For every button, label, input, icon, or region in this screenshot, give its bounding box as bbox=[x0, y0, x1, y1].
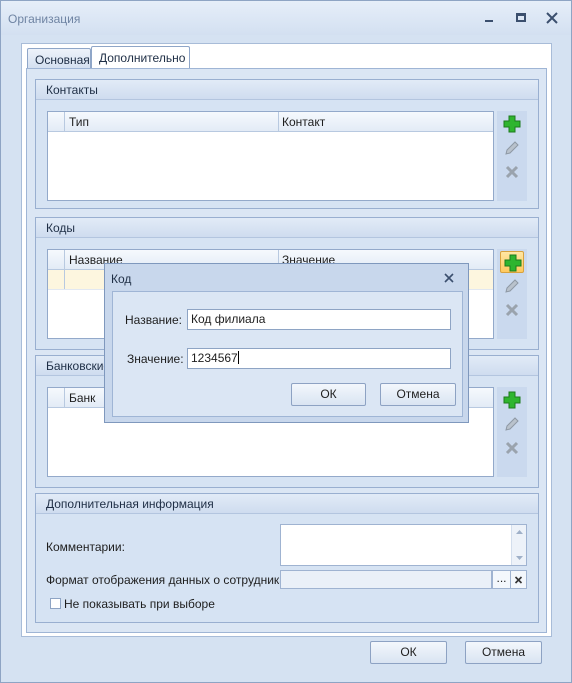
text-caret bbox=[237, 351, 239, 364]
row-indicator-header bbox=[48, 112, 65, 131]
column-header-bank[interactable]: Банк bbox=[69, 391, 95, 405]
close-icon[interactable] bbox=[542, 9, 562, 27]
column-separator bbox=[278, 112, 279, 132]
window-title: Организация bbox=[8, 12, 81, 26]
cancel-button-label: Отмена bbox=[481, 645, 526, 659]
edit-code-button[interactable] bbox=[500, 275, 524, 297]
contacts-buttons bbox=[497, 111, 527, 201]
cross-icon bbox=[505, 441, 519, 455]
pencil-icon bbox=[505, 279, 519, 293]
edit-contact-button[interactable] bbox=[500, 137, 524, 159]
codes-group-header: Коды bbox=[36, 218, 538, 238]
cross-icon bbox=[505, 303, 519, 317]
contacts-group: Контакты Тип Контакт bbox=[35, 79, 539, 209]
dialog-value-value: 1234567 bbox=[191, 351, 238, 365]
hide-on-select-label: Не показывать при выборе bbox=[64, 597, 215, 611]
extra-info-group-header: Дополнительная информация bbox=[36, 494, 538, 514]
ellipsis-icon: ... bbox=[496, 571, 507, 585]
delete-contact-button[interactable] bbox=[500, 161, 524, 183]
codes-group-title: Коды bbox=[46, 221, 76, 235]
extra-info-group: Дополнительная информация Комментарии: Ф… bbox=[35, 493, 539, 623]
format-browse-button[interactable]: ... bbox=[492, 570, 511, 589]
column-header-type[interactable]: Тип bbox=[69, 115, 89, 129]
pencil-icon bbox=[505, 417, 519, 431]
pencil-icon bbox=[505, 141, 519, 155]
row-indicator bbox=[48, 270, 65, 289]
add-code-button[interactable] bbox=[500, 251, 524, 273]
title-bar: Организация bbox=[1, 1, 571, 35]
plus-icon bbox=[503, 115, 521, 133]
ok-button-label: ОК bbox=[400, 645, 417, 659]
close-icon[interactable] bbox=[442, 271, 456, 285]
dialog-ok-label: ОК bbox=[320, 387, 337, 401]
dialog-cancel-button[interactable]: Отмена bbox=[380, 383, 456, 406]
maximize-icon[interactable] bbox=[511, 9, 531, 27]
contacts-grid[interactable]: Тип Контакт bbox=[47, 111, 494, 201]
format-clear-button[interactable] bbox=[510, 570, 527, 589]
dialog-cancel-label: Отмена bbox=[396, 387, 440, 401]
format-field[interactable] bbox=[280, 570, 492, 589]
ok-button[interactable]: ОК bbox=[370, 641, 447, 664]
codes-buttons bbox=[497, 249, 527, 339]
plus-icon bbox=[504, 254, 522, 272]
delete-bank-button[interactable] bbox=[500, 437, 524, 459]
tab-main-label: Основная bbox=[35, 53, 90, 67]
scroll-arrows-icon bbox=[516, 530, 523, 560]
cross-icon bbox=[505, 165, 519, 179]
dialog-name-field[interactable]: Код филиала bbox=[187, 309, 451, 330]
add-contact-button[interactable] bbox=[500, 113, 524, 135]
column-header-contact[interactable]: Контакт bbox=[282, 115, 325, 129]
clear-icon bbox=[514, 576, 523, 584]
dialog-value-label: Значение: bbox=[127, 352, 184, 366]
row-indicator-header bbox=[48, 388, 65, 407]
edit-bank-button[interactable] bbox=[500, 413, 524, 435]
plus-icon bbox=[503, 391, 521, 409]
cancel-button[interactable]: Отмена bbox=[465, 641, 542, 664]
dialog-name-value: Код филиала bbox=[191, 312, 266, 326]
dialog-ok-button[interactable]: ОК bbox=[291, 383, 366, 406]
minimize-icon[interactable] bbox=[479, 9, 499, 27]
contacts-grid-header: Тип Контакт bbox=[48, 112, 493, 132]
banks-buttons bbox=[497, 387, 527, 477]
comments-field[interactable] bbox=[280, 524, 527, 566]
dialog-title: Код bbox=[111, 272, 132, 286]
tab-main[interactable]: Основная bbox=[27, 48, 91, 69]
contacts-group-header: Контакты bbox=[36, 80, 538, 100]
contacts-group-title: Контакты bbox=[46, 83, 98, 97]
comments-label: Комментарии: bbox=[46, 540, 125, 554]
tab-additional[interactable]: Дополнительно bbox=[91, 46, 190, 70]
tab-additional-label: Дополнительно bbox=[99, 51, 186, 65]
dialog-name-label: Название: bbox=[125, 313, 182, 327]
add-bank-button[interactable] bbox=[500, 389, 524, 411]
code-dialog: Код Название: Код филиала Значение: 1234… bbox=[104, 263, 469, 423]
dialog-body: Название: Код филиала Значение: 1234567 … bbox=[112, 291, 463, 417]
format-label: Формат отображения данных о сотрудниках bbox=[46, 573, 293, 587]
extra-info-group-title: Дополнительная информация bbox=[46, 497, 214, 511]
delete-code-button[interactable] bbox=[500, 299, 524, 321]
comments-scrollbar[interactable] bbox=[511, 525, 526, 565]
dialog-value-field[interactable]: 1234567 bbox=[187, 348, 451, 369]
row-indicator-header bbox=[48, 250, 65, 269]
banks-group-title: Банковские bbox=[46, 359, 111, 373]
hide-on-select-checkbox[interactable] bbox=[50, 598, 61, 609]
organization-window: Организация Основная Дополнительно Конта… bbox=[0, 0, 572, 683]
